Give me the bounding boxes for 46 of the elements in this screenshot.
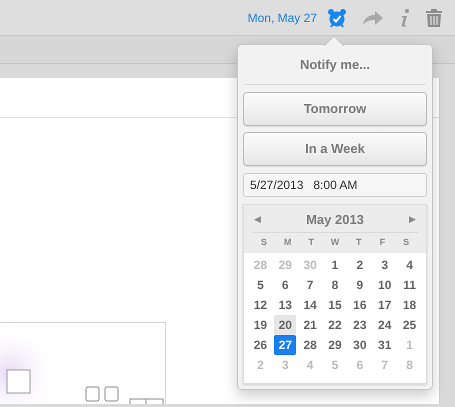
calendar-day[interactable]: 3	[374, 255, 396, 275]
calendar-day[interactable]: 31	[374, 335, 396, 355]
calendar-day[interactable]: 7	[299, 275, 322, 295]
weekday-label: M	[282, 236, 292, 250]
weekday-label: S	[260, 236, 268, 250]
calendar-day[interactable]: 30	[348, 335, 371, 355]
weekday-label: W	[330, 236, 340, 250]
calendar-day[interactable]: 29	[324, 335, 346, 355]
weekday-label: T	[354, 236, 362, 250]
calendar-day[interactable]: 18	[398, 295, 421, 315]
weekday-label: T	[308, 236, 316, 250]
calendar-day[interactable]: 11	[398, 275, 421, 295]
calendar-day[interactable]: 27	[274, 335, 296, 355]
calendar-day[interactable]: 22	[324, 315, 346, 335]
calendar-day[interactable]: 9	[348, 275, 371, 295]
calendar-day[interactable]: 14	[299, 295, 322, 315]
option-button[interactable]: Tomorrow	[243, 92, 427, 126]
calendar-day[interactable]: 10	[374, 275, 396, 295]
datetime-field[interactable]: 5/27/2013 8:00 AM	[243, 173, 427, 197]
calendar-day[interactable]: 25	[398, 315, 421, 335]
calendar-day[interactable]: 19	[249, 315, 272, 335]
calendar-day[interactable]: 23	[348, 315, 371, 335]
calendar-day[interactable]: 17	[374, 295, 396, 315]
calendar-day[interactable]: 26	[249, 335, 272, 355]
calendar-day[interactable]: 13	[274, 295, 296, 315]
month-title: May 2013	[306, 211, 364, 230]
calendar-day[interactable]: 8	[324, 275, 346, 295]
weekday-label: S	[402, 236, 410, 250]
calendar-day[interactable]: 2	[348, 255, 371, 275]
calendar-day[interactable]: 4	[398, 255, 421, 275]
calendar-day[interactable]: 16	[348, 295, 371, 315]
calendar-day[interactable]: 1	[324, 255, 346, 275]
weekday-label: F	[378, 236, 386, 250]
calendar-day[interactable]: 12	[249, 295, 272, 315]
calendar-day[interactable]: 28	[299, 335, 322, 355]
previous-month-button[interactable]: ◀	[254, 213, 261, 227]
calendar-day[interactable]: 21	[299, 315, 322, 335]
popover-title: Notify me...	[300, 56, 370, 74]
option-button[interactable]: In a Week	[243, 132, 427, 166]
next-month-button[interactable]: ▶	[408, 213, 416, 227]
calendar-day[interactable]: 24	[374, 315, 396, 335]
calendar-day[interactable]: 20	[274, 315, 296, 335]
date-label[interactable]: Mon, May 27	[248, 8, 317, 26]
calendar-day[interactable]: 5	[249, 275, 272, 295]
calendar-day[interactable]: 6	[274, 275, 296, 295]
calendar-day[interactable]: 15	[324, 295, 346, 315]
